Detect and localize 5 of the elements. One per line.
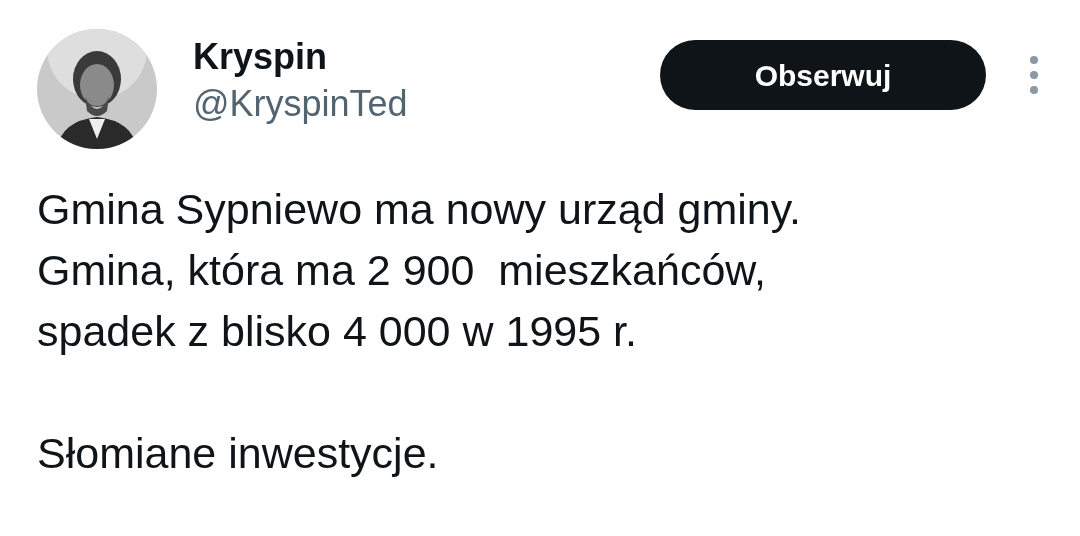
author-handle: @KryspinTed — [193, 82, 408, 126]
more-options-icon[interactable] — [1028, 55, 1040, 95]
follow-button[interactable]: Obserwuj — [660, 40, 986, 110]
tweet-text: Gmina Sypniewo ma nowy urząd gminy. Gmina, która ma 2 900 mieszkańców, spadek z blisko 4 000 w 1995 r. Słomiane inwestycje. — [37, 184, 802, 479]
author-name: Kryspin — [193, 35, 329, 79]
